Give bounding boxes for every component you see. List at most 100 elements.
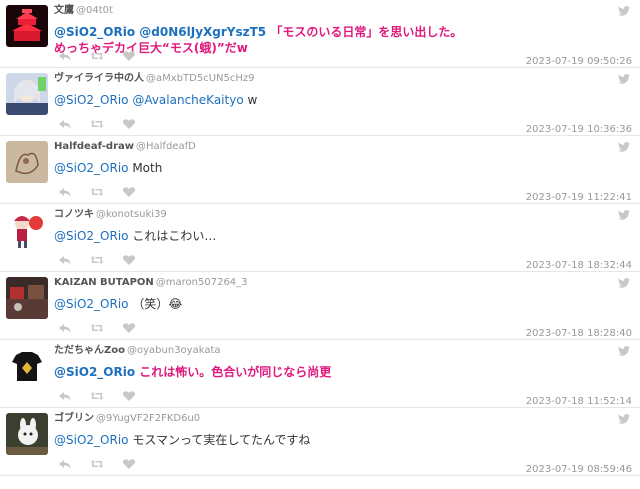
reply-icon bbox=[58, 458, 72, 470]
mention-link[interactable]: @d0N6lJyXgrYszT5 bbox=[139, 25, 266, 39]
like-button[interactable] bbox=[122, 322, 136, 334]
retweet-button[interactable] bbox=[90, 458, 104, 470]
like-button[interactable] bbox=[122, 254, 136, 266]
tweet-message: w bbox=[247, 93, 258, 107]
user-handle[interactable]: @oyabun3oyakata bbox=[127, 345, 221, 356]
bird-icon[interactable] bbox=[618, 278, 630, 288]
avatar[interactable] bbox=[6, 5, 48, 47]
retweet-button[interactable] bbox=[90, 118, 104, 130]
avatar[interactable] bbox=[6, 345, 48, 387]
reply-button[interactable] bbox=[58, 254, 72, 266]
user-handle[interactable]: @aMxbTD5cUN5cHz9 bbox=[146, 73, 254, 84]
user-handle[interactable]: @maron507264_3 bbox=[156, 277, 248, 288]
bird-icon[interactable] bbox=[618, 414, 630, 424]
reply-button[interactable] bbox=[58, 50, 72, 62]
retweet-button[interactable] bbox=[90, 254, 104, 266]
retweet-icon bbox=[90, 390, 104, 402]
user-handle[interactable]: @04t0t bbox=[76, 5, 113, 16]
tweet-item[interactable]: ただちゃんZoo @oyabun3oyakata @SiO2_ORio これは怖い。… bbox=[0, 340, 640, 408]
tweet-message: これは怖い。色合いが同じなら尚更 bbox=[139, 365, 332, 379]
bird-icon[interactable] bbox=[618, 142, 630, 152]
user-name[interactable]: KAIZAN BUTAPON bbox=[54, 277, 154, 288]
tweet-message: Moth bbox=[132, 161, 163, 175]
retweet-button[interactable] bbox=[90, 186, 104, 198]
tweet-timestamp[interactable]: 2023-07-18 18:28:40 bbox=[526, 328, 632, 339]
tweet-text: @SiO2_ORio モスマンって実在してたんですね bbox=[54, 432, 310, 448]
mention-link[interactable]: @SiO2_ORio bbox=[54, 229, 129, 243]
like-button[interactable] bbox=[122, 390, 136, 402]
bird-icon[interactable] bbox=[618, 210, 630, 220]
user-name[interactable]: Halfdeaf-draw bbox=[54, 141, 134, 152]
reply-button[interactable] bbox=[58, 322, 72, 334]
tweet-header: KAIZAN BUTAPON @maron507264_3 bbox=[54, 276, 248, 289]
tweet-item[interactable]: 文鷹 @04t0t @SiO2_ORio @d0N6lJyXgrYszT5 「モスの… bbox=[0, 0, 640, 68]
reply-button[interactable] bbox=[58, 118, 72, 130]
user-name[interactable]: ゴブリン bbox=[54, 413, 94, 424]
tweet-actions bbox=[58, 186, 136, 198]
user-name[interactable]: 文鷹 bbox=[54, 5, 74, 16]
tweet-actions bbox=[58, 390, 136, 402]
tweet-item[interactable]: Halfdeaf-draw @HalfdeafD @SiO2_ORio Moth 20… bbox=[0, 136, 640, 204]
reply-button[interactable] bbox=[58, 458, 72, 470]
avatar[interactable] bbox=[6, 209, 48, 251]
like-button[interactable] bbox=[122, 118, 136, 130]
retweet-button[interactable] bbox=[90, 50, 104, 62]
tweet-text: @SiO2_ORio これはこわい… bbox=[54, 228, 216, 244]
tweet-timestamp[interactable]: 2023-07-19 08:59:46 bbox=[526, 464, 632, 475]
bird-icon[interactable] bbox=[618, 346, 630, 356]
tweet-message: モスマンって実在してたんですね bbox=[132, 433, 311, 447]
user-name[interactable]: ヴァイライラ中の人 bbox=[54, 73, 144, 84]
mention-link[interactable]: @SiO2_ORio bbox=[54, 365, 135, 379]
tweet-header: コノツキ @konotsuki39 bbox=[54, 208, 167, 221]
user-handle[interactable]: @9YugVF2F2FKD6u0 bbox=[96, 413, 200, 424]
user-handle[interactable]: @konotsuki39 bbox=[96, 209, 167, 220]
tweet-header: ヴァイライラ中の人 @aMxbTD5cUN5cHz9 bbox=[54, 72, 254, 85]
mention-link[interactable]: @SiO2_ORio bbox=[54, 161, 129, 175]
tweet-timestamp[interactable]: 2023-07-19 10:36:36 bbox=[526, 124, 632, 135]
tweet-item[interactable]: ヴァイライラ中の人 @aMxbTD5cUN5cHz9 @SiO2_ORio @Ava… bbox=[0, 68, 640, 136]
tweet-message: （笑）😂 bbox=[132, 297, 183, 311]
user-name[interactable]: ただちゃんZoo bbox=[54, 345, 125, 356]
heart-icon bbox=[122, 254, 136, 266]
avatar[interactable] bbox=[6, 413, 48, 455]
like-button[interactable] bbox=[122, 186, 136, 198]
tweet-text: @SiO2_ORio これは怖い。色合いが同じなら尚更 bbox=[54, 364, 331, 380]
reply-button[interactable] bbox=[58, 390, 72, 402]
mention-link[interactable]: @SiO2_ORio bbox=[54, 25, 135, 39]
tweet-message: 「モスのいる日常」を思い出した。 bbox=[270, 25, 463, 39]
reply-icon bbox=[58, 50, 72, 62]
retweet-button[interactable] bbox=[90, 322, 104, 334]
retweet-icon bbox=[90, 118, 104, 130]
reply-button[interactable] bbox=[58, 186, 72, 198]
tweet-timestamp[interactable]: 2023-07-18 18:32:44 bbox=[526, 260, 632, 271]
mention-link[interactable]: @AvalancheKaityo bbox=[132, 93, 243, 107]
user-name[interactable]: コノツキ bbox=[54, 209, 94, 220]
tweet-timestamp[interactable]: 2023-07-18 11:52:14 bbox=[526, 396, 632, 407]
mention-link[interactable]: @SiO2_ORio bbox=[54, 297, 129, 311]
user-handle[interactable]: @HalfdeafD bbox=[136, 141, 196, 152]
avatar[interactable] bbox=[6, 73, 48, 115]
tweet-item[interactable]: コノツキ @konotsuki39 @SiO2_ORio これはこわい… 2023-0… bbox=[0, 204, 640, 272]
tweet-header: ゴブリン @9YugVF2F2FKD6u0 bbox=[54, 412, 200, 425]
avatar[interactable] bbox=[6, 277, 48, 319]
like-button[interactable] bbox=[122, 458, 136, 470]
retweet-icon bbox=[90, 322, 104, 334]
tweet-text: @SiO2_ORio （笑）😂 bbox=[54, 296, 182, 312]
tweet-feed: 文鷹 @04t0t @SiO2_ORio @d0N6lJyXgrYszT5 「モスの… bbox=[0, 0, 640, 489]
avatar[interactable] bbox=[6, 141, 48, 183]
tweet-actions bbox=[58, 254, 136, 266]
tweet-timestamp[interactable]: 2023-07-19 11:22:41 bbox=[526, 192, 632, 203]
reply-icon bbox=[58, 118, 72, 130]
tweet-item[interactable]: ゴブリン @9YugVF2F2FKD6u0 @SiO2_ORio モスマンって実在し… bbox=[0, 408, 640, 476]
mention-link[interactable]: @SiO2_ORio bbox=[54, 93, 129, 107]
mention-link[interactable]: @SiO2_ORio bbox=[54, 433, 129, 447]
bird-icon[interactable] bbox=[618, 6, 630, 16]
heart-icon bbox=[122, 458, 136, 470]
tweet-item[interactable]: KAIZAN BUTAPON @maron507264_3 @SiO2_ORio （… bbox=[0, 272, 640, 340]
retweet-button[interactable] bbox=[90, 390, 104, 402]
like-button[interactable] bbox=[122, 50, 136, 62]
bird-icon[interactable] bbox=[618, 74, 630, 84]
tweet-timestamp[interactable]: 2023-07-19 09:50:26 bbox=[526, 56, 632, 67]
reply-icon bbox=[58, 390, 72, 402]
retweet-icon bbox=[90, 186, 104, 198]
